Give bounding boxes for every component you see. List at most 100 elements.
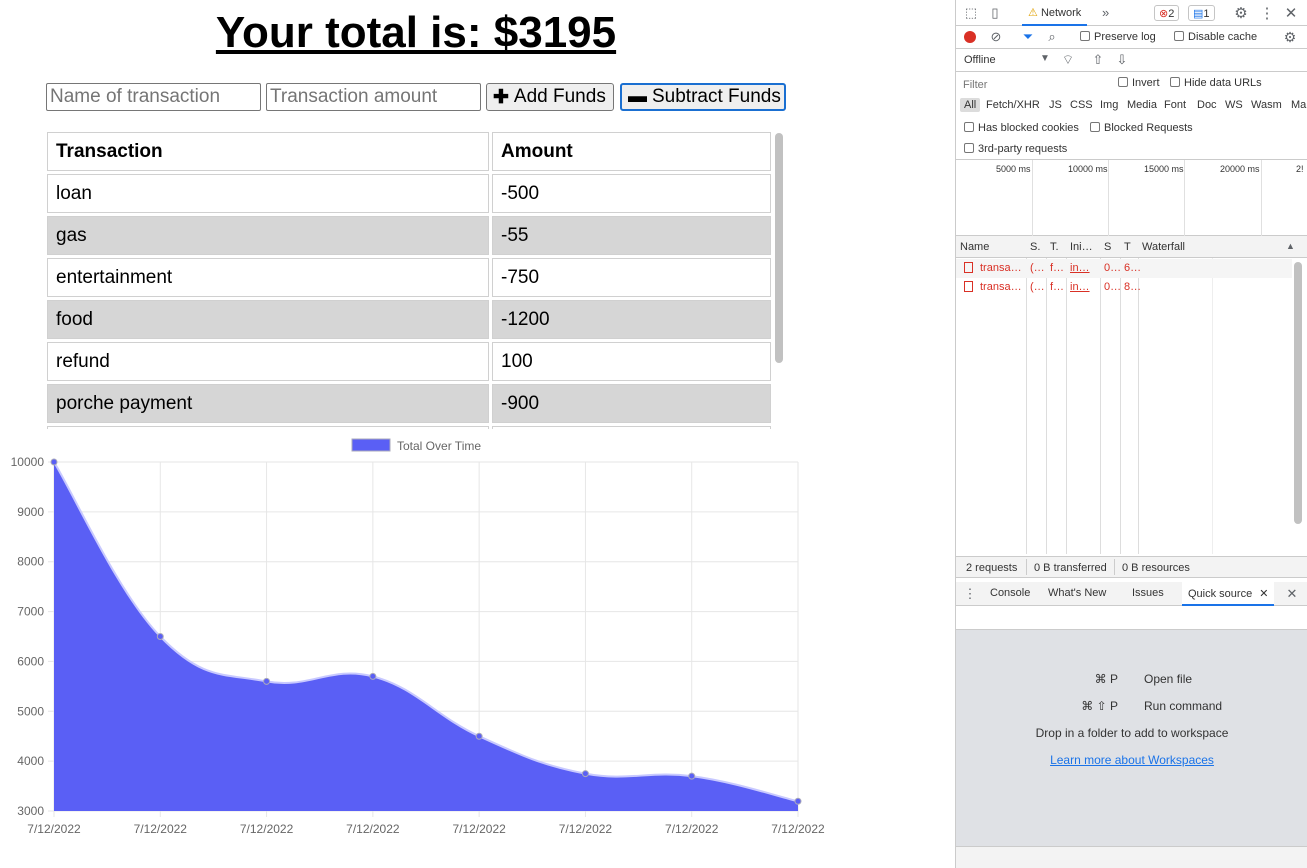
y-tick-label: 9000 xyxy=(17,505,44,519)
add-funds-button[interactable]: ✚ Add Funds xyxy=(486,83,614,111)
legend-swatch xyxy=(351,438,391,452)
timeline-tick: 10000 ms xyxy=(1068,164,1108,174)
transaction-name-cell: gas xyxy=(47,216,489,255)
total-heading: Your total is: $3195 xyxy=(215,8,617,57)
timeline-tick: 20000 ms xyxy=(1220,164,1260,174)
column-name[interactable]: Name xyxy=(960,241,989,253)
close-drawer-icon[interactable]: ✕ xyxy=(1284,586,1300,602)
chevron-down-icon[interactable]: ▼ xyxy=(1040,53,1050,64)
data-point xyxy=(794,797,802,805)
request-row[interactable]: transa… (… f… in… 0… 6… xyxy=(956,259,1292,278)
transferred-size: 0 B transferred xyxy=(1034,562,1107,574)
y-tick-label: 10000 xyxy=(11,455,45,469)
column-type[interactable]: T. xyxy=(1050,241,1059,253)
transaction-amount-input[interactable] xyxy=(266,83,481,111)
y-tick-label: 7000 xyxy=(17,605,44,619)
budget-app: Your total is: $3195 ✚ Add Funds ▬ Subtr… xyxy=(0,0,955,868)
export-har-icon[interactable]: ⇩ xyxy=(1114,52,1130,68)
blocked-requests-checkbox[interactable]: Blocked Requests xyxy=(1090,122,1193,134)
errors-badge[interactable]: ⊗2 xyxy=(1154,5,1180,21)
devtools-main-toolbar: ⬚ ▯ ⚠ Network » ⊗2 ▤1 ⚙ ⋮ ✕ xyxy=(956,0,1307,26)
type-filter-manifest[interactable]: Ma xyxy=(1291,99,1306,111)
type-filter-font[interactable]: Font xyxy=(1164,99,1186,111)
column-status[interactable]: S. xyxy=(1030,241,1040,253)
area-fill xyxy=(54,462,798,811)
transaction-amount-cell: -900 xyxy=(492,384,771,423)
record-icon[interactable] xyxy=(964,31,976,43)
y-tick-label: 4000 xyxy=(17,754,44,768)
transaction-amount-cell: -500 xyxy=(492,174,771,213)
type-filter-media[interactable]: Media xyxy=(1127,99,1157,111)
add-funds-label: Add Funds xyxy=(513,86,606,107)
drawer-menu-icon[interactable]: ⋮ xyxy=(962,586,978,602)
table-row: gas -55 xyxy=(47,216,771,255)
learn-more-workspaces-link[interactable]: Learn more about Workspaces xyxy=(956,753,1307,767)
search-icon[interactable]: ⌕ xyxy=(1044,29,1060,45)
disable-cache-checkbox[interactable]: Disable cache xyxy=(1174,31,1257,43)
type-filter-css[interactable]: CSS xyxy=(1070,99,1093,111)
drawer-tab-quick-source[interactable]: Quick source ✕ xyxy=(1182,582,1275,606)
transaction-name-input[interactable] xyxy=(46,83,261,111)
type-filter-wasm[interactable]: Wasm xyxy=(1251,99,1282,111)
timeline-overview[interactable]: 5000 ms 10000 ms 15000 ms 20000 ms 2! xyxy=(956,160,1307,236)
type-filter-js[interactable]: JS xyxy=(1049,99,1062,111)
close-devtools-icon[interactable]: ✕ xyxy=(1282,4,1300,22)
throttling-select[interactable]: Offline xyxy=(964,54,996,66)
message-icon: ▤ xyxy=(1193,8,1204,20)
clear-icon[interactable]: ⊘ xyxy=(988,29,1004,45)
data-point xyxy=(263,677,271,685)
filter-input[interactable] xyxy=(960,76,1108,93)
inspect-element-icon[interactable]: ⬚ xyxy=(962,4,980,22)
third-party-checkbox[interactable]: 3rd-party requests xyxy=(964,143,1067,155)
subtract-funds-button[interactable]: ▬ Subtract Funds xyxy=(620,83,786,111)
total-over-time-chart: 10000 9000 8000 7000 6000 5000 4000 3000 7/12/20… xyxy=(11,438,825,836)
column-waterfall[interactable]: Waterfall xyxy=(1142,241,1185,253)
import-har-icon[interactable]: ⇧ xyxy=(1090,52,1106,68)
shortcut-label: Run command xyxy=(1144,699,1223,713)
error-icon: ⊗ xyxy=(1159,8,1169,20)
tab-network[interactable]: ⚠ Network xyxy=(1022,0,1088,26)
messages-badge[interactable]: ▤1 xyxy=(1188,5,1215,21)
warning-icon: ⚠ xyxy=(1028,7,1038,19)
more-tabs-chevron-icon[interactable]: » xyxy=(1102,5,1109,20)
shortcut-label: Open file xyxy=(1144,672,1193,686)
type-filter-img[interactable]: Img xyxy=(1100,99,1118,111)
sort-up-icon[interactable]: ▲ xyxy=(1286,241,1295,251)
type-filter-fetch[interactable]: Fetch/XHR xyxy=(986,99,1040,111)
table-row: food -1200 xyxy=(47,300,771,339)
y-tick-label: 5000 xyxy=(17,704,44,718)
x-tick-label: 7/12/2022 xyxy=(559,822,613,836)
drawer-tab-whats-new[interactable]: What's New xyxy=(1048,587,1106,599)
preserve-log-checkbox[interactable]: Preserve log xyxy=(1080,31,1156,43)
requests-scrollbar-thumb[interactable] xyxy=(1294,262,1302,524)
timeline-tick: 5000 ms xyxy=(996,164,1031,174)
column-size[interactable]: S xyxy=(1104,241,1111,253)
type-filter-ws[interactable]: WS xyxy=(1225,99,1243,111)
document-error-icon xyxy=(964,281,973,292)
table-row: entertainment -750 xyxy=(47,258,771,297)
drawer-tab-issues[interactable]: Issues xyxy=(1132,587,1164,599)
drawer-tabbar: ⋮ Console What's New Issues Quick source… xyxy=(956,582,1307,606)
settings-gear-icon[interactable]: ⚙ xyxy=(1232,4,1250,22)
column-time[interactable]: T xyxy=(1124,241,1131,253)
device-toolbar-icon[interactable]: ▯ xyxy=(986,4,1004,22)
has-blocked-cookies-checkbox[interactable]: Has blocked cookies xyxy=(964,122,1079,134)
type-filter-all[interactable]: All xyxy=(960,98,981,112)
hide-data-urls-checkbox[interactable]: Hide data URLs xyxy=(1170,77,1262,89)
close-tab-icon[interactable]: ✕ xyxy=(1259,588,1268,600)
data-point xyxy=(50,458,58,466)
transaction-name-cell: entertainment xyxy=(47,258,489,297)
throttling-row: Offline ▼ ⌔ ⇧ ⇩ xyxy=(956,49,1307,72)
transactions-table-container[interactable]: Transaction Amount loan -500 gas -55 ent… xyxy=(44,129,786,429)
resources-size: 0 B resources xyxy=(1122,562,1190,574)
column-initiator[interactable]: Ini… xyxy=(1070,241,1093,253)
invert-checkbox[interactable]: Invert xyxy=(1118,77,1160,89)
network-settings-gear-icon[interactable]: ⚙ xyxy=(1282,29,1298,45)
table-scrollbar-thumb[interactable] xyxy=(775,133,783,363)
request-row[interactable]: transa… (… f… in… 0… 8… xyxy=(956,278,1292,297)
filter-icon[interactable]: ⏷ xyxy=(1020,29,1036,45)
network-conditions-icon[interactable]: ⌔ xyxy=(1058,52,1078,68)
more-options-icon[interactable]: ⋮ xyxy=(1258,4,1276,22)
type-filter-doc[interactable]: Doc xyxy=(1197,99,1217,111)
drawer-tab-console[interactable]: Console xyxy=(990,587,1030,599)
